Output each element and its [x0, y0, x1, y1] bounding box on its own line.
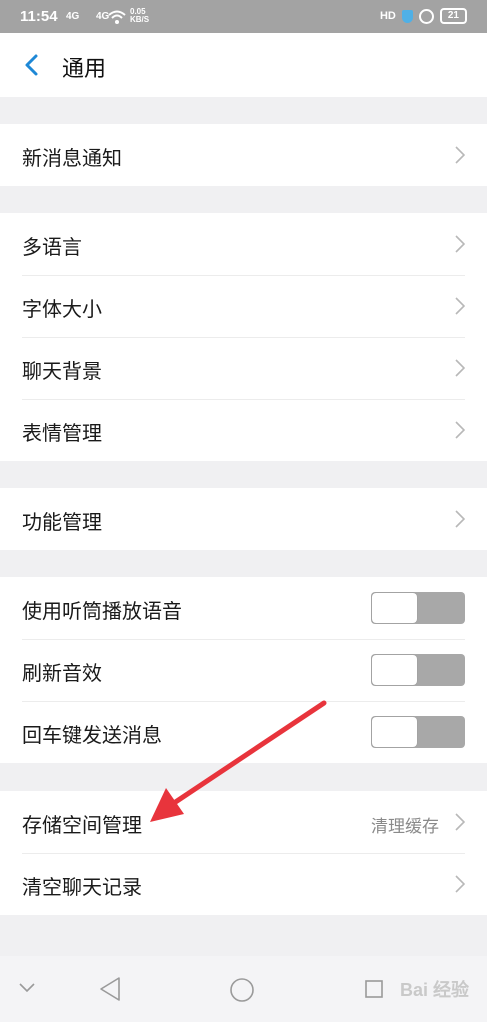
- wifi-icon: [108, 10, 126, 24]
- display-group: 多语言 字体大小 聊天背景 表情管理: [0, 213, 487, 461]
- network-speed: 0.05 KB/S: [130, 7, 150, 24]
- row-label: 功能管理: [22, 510, 102, 534]
- row-label: 刷新音效: [22, 661, 102, 685]
- row-label: 新消息通知: [22, 146, 122, 170]
- chevron-right-icon: [455, 813, 465, 831]
- app-header: 通用: [0, 33, 487, 97]
- row-language[interactable]: 多语言: [0, 213, 487, 275]
- chevron-right-icon: [455, 146, 465, 164]
- row-label: 表情管理: [22, 421, 102, 445]
- row-label: 使用听筒播放语音: [22, 599, 182, 623]
- enter-to-send-toggle[interactable]: [371, 716, 465, 748]
- chevron-right-icon: [455, 359, 465, 377]
- row-chat-background[interactable]: 聊天背景: [0, 337, 487, 399]
- storage-group: 存储空间管理 清理缓存 清空聊天记录: [0, 791, 487, 915]
- chevron-right-icon: [455, 421, 465, 439]
- chevron-right-icon: [455, 235, 465, 253]
- earpiece-playback-toggle[interactable]: [371, 592, 465, 624]
- row-enter-to-send: 回车键发送消息: [0, 701, 487, 763]
- recents-square-icon[interactable]: [364, 979, 384, 999]
- row-font-size[interactable]: 字体大小: [0, 275, 487, 337]
- row-label: 字体大小: [22, 297, 102, 321]
- row-label: 多语言: [22, 235, 82, 259]
- hd-icon: HD: [379, 10, 396, 22]
- toggle-knob: [372, 593, 417, 623]
- refresh-sound-toggle[interactable]: [371, 654, 465, 686]
- shield-icon: [401, 9, 413, 23]
- row-emoji-management[interactable]: 表情管理: [0, 399, 487, 461]
- home-circle-icon[interactable]: [229, 977, 255, 1003]
- status-bar: 11:54 4G 4G 0.05 KB/S HD 21: [0, 0, 487, 33]
- back-triangle-icon[interactable]: [98, 976, 122, 1002]
- chevron-right-icon: [455, 297, 465, 315]
- page-title: 通用: [62, 57, 107, 82]
- chevron-right-icon: [455, 510, 465, 528]
- toggle-knob: [372, 717, 417, 747]
- chevron-down-icon[interactable]: [18, 982, 36, 994]
- features-group: 功能管理: [0, 488, 487, 550]
- signal-icon-1: 4G: [66, 11, 80, 22]
- row-label: 回车键发送消息: [22, 723, 162, 747]
- battery-icon: 21: [439, 8, 467, 24]
- toggles-group: 使用听筒播放语音 刷新音效 回车键发送消息: [0, 577, 487, 763]
- row-feature-management[interactable]: 功能管理: [0, 488, 487, 550]
- row-new-message-notification[interactable]: 新消息通知: [0, 124, 487, 186]
- toggle-knob: [372, 655, 417, 685]
- row-storage-management[interactable]: 存储空间管理 清理缓存: [0, 791, 487, 853]
- alarm-icon: [418, 8, 434, 24]
- row-refresh-sound: 刷新音效: [0, 639, 487, 701]
- chevron-right-icon: [455, 875, 465, 893]
- chevron-left-icon[interactable]: [18, 51, 46, 79]
- notifications-group: 新消息通知: [0, 124, 487, 186]
- status-time: 11:54: [20, 8, 58, 25]
- row-clear-chat-history[interactable]: 清空聊天记录: [0, 853, 487, 915]
- row-label: 存储空间管理: [22, 813, 142, 837]
- row-label: 聊天背景: [22, 359, 102, 383]
- system-nav-bar: Bai 经验: [0, 956, 487, 1022]
- row-earpiece-playback: 使用听筒播放语音: [0, 577, 487, 639]
- watermark: Bai 经验: [399, 980, 469, 1000]
- clear-cache-value: 清理缓存: [371, 817, 439, 837]
- row-label: 清空聊天记录: [22, 875, 142, 899]
